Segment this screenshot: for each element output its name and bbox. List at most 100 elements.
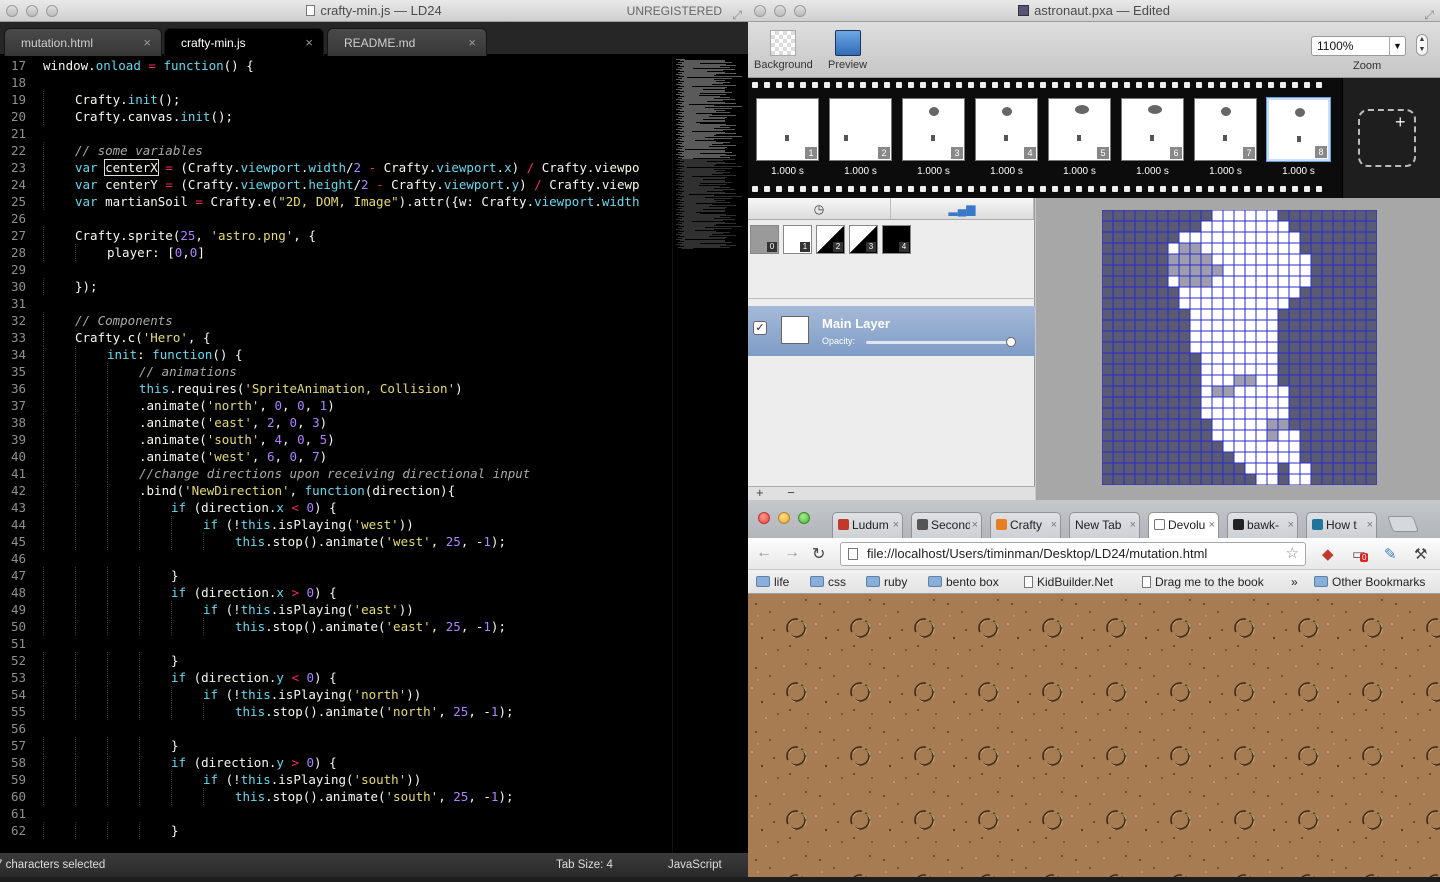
color-swatch[interactable]: 4 (882, 225, 911, 254)
pixel-cell[interactable] (1365, 374, 1377, 387)
pixel-cell[interactable] (1211, 308, 1224, 321)
pixel-cell[interactable] (1102, 210, 1114, 222)
pixel-cell[interactable] (1266, 286, 1279, 299)
pixel-cell[interactable] (1365, 440, 1377, 453)
pixel-cell[interactable] (1167, 275, 1180, 288)
pixel-cell[interactable] (1233, 210, 1246, 222)
tab-close-icon[interactable]: × (1285, 513, 1294, 537)
pixel-cell[interactable] (1134, 418, 1147, 431)
pixel-cell[interactable] (1277, 264, 1290, 277)
pixel-cell[interactable] (1200, 220, 1213, 233)
pixel-cell[interactable] (1277, 286, 1290, 299)
pixel-cell[interactable] (1255, 264, 1268, 277)
pixel-cell[interactable] (1321, 308, 1334, 321)
pixel-cell[interactable] (1288, 429, 1301, 442)
pixel-cell[interactable] (1277, 275, 1290, 288)
other-bookmarks-folder[interactable]: Other Bookmarks (1314, 574, 1425, 590)
pixel-cell[interactable] (1211, 275, 1224, 288)
pixel-cell[interactable] (1310, 473, 1323, 485)
new-tab-button[interactable] (1387, 516, 1419, 532)
layer-visible-checkbox[interactable]: ✓ (753, 321, 767, 335)
zoom-stepper[interactable]: ▲ ▼ (1416, 34, 1428, 56)
pixel-cell[interactable] (1321, 242, 1334, 255)
pixel-cell[interactable] (1365, 253, 1377, 266)
pixel-cell[interactable] (1178, 363, 1191, 376)
pixel-cell[interactable] (1244, 396, 1257, 409)
pixel-cell[interactable] (1134, 308, 1147, 321)
pixel-cell[interactable] (1277, 451, 1290, 464)
pixel-cell[interactable] (1211, 363, 1224, 376)
pixel-cell[interactable] (1211, 297, 1224, 310)
pixel-cell[interactable] (1145, 385, 1158, 398)
code-line[interactable]: 19 Crafty.init(); (0, 91, 672, 108)
pixel-cell[interactable] (1222, 363, 1235, 376)
pixel-cell[interactable] (1365, 319, 1377, 332)
code-line[interactable]: 43 if (direction.x < 0) { (0, 499, 672, 516)
pixel-cell[interactable] (1365, 275, 1377, 288)
extension-icon[interactable]: ◆ (1322, 545, 1334, 563)
pixel-cell[interactable] (1167, 363, 1180, 376)
pixel-cell[interactable] (1244, 231, 1257, 244)
pixel-cell[interactable] (1244, 220, 1257, 233)
pixel-cell[interactable] (1222, 352, 1235, 365)
animation-frame[interactable]: 3 (902, 98, 965, 161)
pixel-cell[interactable] (1178, 418, 1191, 431)
pixel-cell[interactable] (1321, 462, 1334, 475)
code-line[interactable]: 54 if (!this.isPlaying('north')) (0, 686, 672, 703)
pixel-cell[interactable] (1211, 264, 1224, 277)
pixel-cell[interactable] (1178, 407, 1191, 420)
pixel-cell[interactable] (1321, 286, 1334, 299)
pixel-cell[interactable] (1321, 297, 1334, 310)
pixel-cell[interactable] (1211, 242, 1224, 255)
pixel-cell[interactable] (1288, 275, 1301, 288)
pixel-cell[interactable] (1332, 352, 1345, 365)
pixel-cell[interactable] (1211, 319, 1224, 332)
pixel-cell[interactable] (1200, 242, 1213, 255)
pixel-cell[interactable] (1156, 451, 1169, 464)
pixel-cell[interactable] (1189, 264, 1202, 277)
pixel-cell[interactable] (1167, 451, 1180, 464)
pixel-cell[interactable] (1365, 308, 1377, 321)
pixel-cell[interactable] (1354, 330, 1367, 343)
pixel-cell[interactable] (1200, 363, 1213, 376)
color-swatch[interactable]: 2 (816, 225, 845, 254)
pixel-cell[interactable] (1332, 363, 1345, 376)
pixel-cell[interactable] (1343, 363, 1356, 376)
pixel-cell[interactable] (1134, 385, 1147, 398)
pixel-cell[interactable] (1178, 231, 1191, 244)
pixel-cell[interactable] (1156, 440, 1169, 453)
pixel-cell[interactable] (1233, 297, 1246, 310)
frame-duration[interactable]: 1.000 s (756, 166, 819, 177)
code-line[interactable]: 42 .bind('NewDirection', function(directi… (0, 482, 672, 499)
pixel-cell[interactable] (1299, 220, 1312, 233)
pixel-cell[interactable] (1244, 319, 1257, 332)
pixel-cell[interactable] (1266, 429, 1279, 442)
extension-icon[interactable]: ▭0 (1352, 545, 1369, 563)
pixel-cell[interactable] (1332, 429, 1345, 442)
pixel-cell[interactable] (1112, 242, 1125, 255)
pixel-cell[interactable] (1277, 253, 1290, 266)
minimize-window-button[interactable] (778, 512, 790, 524)
pixel-cell[interactable] (1211, 374, 1224, 387)
pixel-cell[interactable] (1156, 210, 1169, 222)
animation-frame[interactable]: 1 (756, 98, 819, 161)
pixel-cell[interactable] (1134, 220, 1147, 233)
pixel-cell[interactable] (1112, 297, 1125, 310)
pixel-cell[interactable] (1145, 440, 1158, 453)
code-line[interactable]: 39 .animate('south', 4, 0, 5) (0, 431, 672, 448)
pixel-cell[interactable] (1310, 264, 1323, 277)
pixel-cell[interactable] (1200, 253, 1213, 266)
pixel-cell[interactable] (1365, 396, 1377, 409)
pixel-cell[interactable] (1233, 341, 1246, 354)
browser-tab[interactable]: New Tab × (1069, 512, 1140, 538)
pixel-cell[interactable] (1167, 385, 1180, 398)
pixel-cell[interactable] (1200, 275, 1213, 288)
pixel-cell[interactable] (1310, 352, 1323, 365)
pixel-cell[interactable] (1167, 253, 1180, 266)
code-line[interactable]: 40 .animate('west', 6, 0, 7) (0, 448, 672, 465)
minimize-window-button[interactable] (26, 5, 38, 17)
pixel-cell[interactable] (1123, 462, 1136, 475)
pixel-cell[interactable] (1102, 330, 1114, 343)
tab-readme-md[interactable]: README.md × (327, 28, 487, 56)
pixel-cell[interactable] (1343, 352, 1356, 365)
